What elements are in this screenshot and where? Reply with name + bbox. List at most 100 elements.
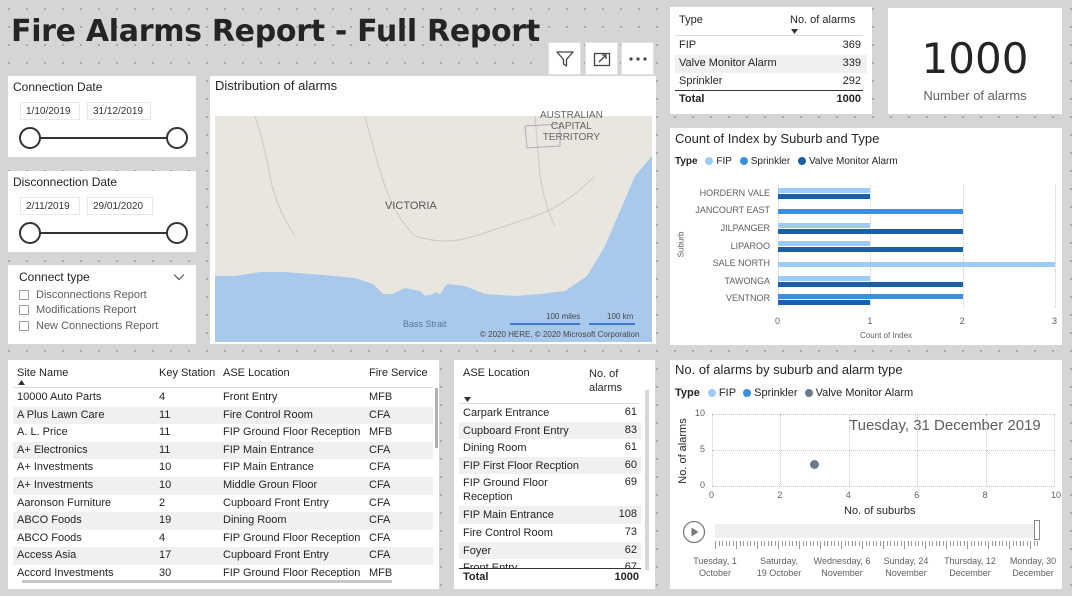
disconnection-end-date-input[interactable]: 29/01/2020	[87, 197, 153, 215]
table-row[interactable]: Foyer 62	[459, 541, 641, 560]
y-tick-label: 5	[699, 444, 705, 454]
connect-type-option-disconnections[interactable]: Disconnections Report	[19, 288, 147, 302]
table-row[interactable]: Fire Control Room 73	[459, 524, 641, 542]
chevron-down-icon[interactable]	[173, 273, 185, 281]
table-cell: 10000 Auto Parts	[17, 391, 102, 403]
sort-descending-icon[interactable]	[464, 397, 471, 402]
bar[interactable]	[778, 299, 871, 305]
bar[interactable]	[778, 229, 963, 235]
focus-mode-button[interactable]	[585, 42, 618, 75]
disconnection-date-end-handle[interactable]	[166, 222, 188, 244]
map-canvas[interactable]	[215, 116, 652, 342]
vertical-scrollbar[interactable]	[645, 390, 649, 570]
timeline-tick	[837, 541, 839, 546]
y-tick-label: HORDERN VALE	[699, 187, 770, 198]
table-row[interactable]: Sprinkler 292	[675, 73, 867, 91]
timeline-tick	[862, 541, 863, 549]
bar[interactable]	[778, 282, 963, 288]
timeline-tick	[932, 541, 933, 546]
table-row[interactable]: Aaronson Furniture 2 Cupboard Front Entry C…	[13, 495, 433, 513]
connect-type-option-modifications[interactable]: Modifications Report	[19, 303, 136, 317]
type-col-header[interactable]: Type	[679, 14, 703, 26]
play-axis-handle[interactable]	[1034, 520, 1040, 540]
bar[interactable]	[778, 261, 1055, 267]
bar[interactable]	[778, 247, 963, 252]
table-row[interactable]: FIP 369	[675, 37, 867, 55]
connection-date-end-handle[interactable]	[166, 127, 188, 149]
disconnection-date-start-handle[interactable]	[19, 222, 41, 244]
table-row[interactable]: A+ Electronics 11 FIP Main Entrance CFA	[13, 441, 433, 460]
bar[interactable]	[778, 223, 871, 229]
gridline	[1055, 185, 1056, 308]
table-row[interactable]: FIP Ground Floor Reception 69	[459, 474, 641, 506]
distribution-map-visual: Distribution of alarms VICTORIA AUSTRALI…	[210, 76, 656, 344]
timeline-tick	[974, 541, 975, 546]
filter-button[interactable]	[548, 42, 581, 75]
connection-end-date-input[interactable]: 31/12/2019	[87, 102, 151, 120]
table-row[interactable]: Dining Room 61	[459, 439, 641, 457]
key-station-col-header[interactable]: Key Station	[159, 367, 215, 379]
table-row[interactable]: Accord Investments 30 FIP Ground Floor Rec…	[13, 565, 433, 577]
table-row[interactable]: Valve Monitor Alarm 339	[675, 55, 867, 73]
table-row[interactable]: A. L. Price 11 FIP Ground Floor Reception M…	[13, 424, 433, 442]
scatter-point[interactable]	[810, 459, 820, 469]
bar[interactable]	[778, 276, 871, 282]
focus-mode-icon	[593, 52, 610, 66]
table-row[interactable]: FIP First Floor Recption 60	[459, 456, 641, 475]
play-icon[interactable]	[682, 520, 706, 544]
bar[interactable]	[778, 208, 963, 214]
table-row[interactable]: Front Entry 67	[459, 559, 641, 568]
connection-start-date-input[interactable]: 1/10/2019	[20, 102, 80, 120]
more-options-button[interactable]	[621, 42, 654, 75]
table-cell: Front Entry	[223, 391, 278, 403]
alarms-col-header[interactable]: No. of alarms	[790, 14, 855, 26]
x-tick-label: 1	[867, 316, 873, 326]
disconnection-start-date-input[interactable]: 2/11/2019	[20, 197, 80, 215]
table-cell: FIP Main Entrance	[223, 461, 314, 474]
bar[interactable]	[778, 293, 963, 299]
alarms-col-header[interactable]: No. of alarms	[589, 367, 639, 395]
table-cell: 11	[159, 408, 171, 421]
table-row[interactable]: 10000 Auto Parts 4 Front Entry MFB	[13, 389, 433, 407]
ase-location-col-header[interactable]: ASE Location	[463, 367, 530, 379]
ase-location-col-header[interactable]: ASE Location	[223, 367, 290, 379]
table-row[interactable]: A Plus Lawn Care 11 Fire Control Room CFA	[13, 406, 433, 425]
bar[interactable]	[778, 188, 871, 194]
bar[interactable]	[778, 194, 871, 200]
disconnection-date-slider-track[interactable]	[30, 232, 178, 234]
site-name-col-header[interactable]: Site Name	[17, 367, 68, 379]
scatter-chart-visual: No. of alarms by suburb and alarm type T…	[670, 360, 1062, 589]
table-cell: 11	[159, 443, 171, 456]
checkbox[interactable]	[19, 290, 29, 300]
checkbox[interactable]	[19, 321, 29, 331]
table-row[interactable]: A+ Investments 10 FIP Main Entrance CFA	[13, 459, 433, 477]
fire-service-col-header[interactable]: Fire Service	[369, 367, 428, 379]
timeline-tick	[946, 541, 947, 549]
bar-chart-plot[interactable]: 0 1 2 3 HORDERN VALE JANCOURT EAST JILPANGER LI…	[670, 128, 1062, 345]
bar[interactable]	[778, 241, 871, 246]
table-row[interactable]: A+ Investments 10 Middle Groun Floor CFA	[13, 477, 433, 495]
table-row[interactable]: ABCO Foods 19 Dining Room CFA	[13, 512, 433, 530]
horizontal-scrollbar[interactable]	[22, 580, 392, 583]
gridline	[712, 450, 1054, 451]
timeline-tick	[855, 541, 856, 546]
play-axis-track[interactable]	[715, 524, 1037, 538]
connect-type-option-new-connections[interactable]: New Connections Report	[19, 319, 158, 333]
kpi-label: Number of alarms	[923, 88, 1027, 103]
option-label: Modifications Report	[36, 304, 137, 316]
connection-date-slider-track[interactable]	[30, 137, 178, 139]
disconnection-date-slicer: Disconnection Date 2/11/2019 29/01/2020	[8, 171, 196, 252]
timeline-tick	[781, 541, 783, 546]
table-row[interactable]: Access Asia 17 Cupboard Front Entry CFA	[13, 547, 433, 565]
timeline-tick	[774, 541, 776, 546]
sort-descending-icon[interactable]	[791, 29, 798, 34]
vertical-scrollbar[interactable]	[435, 388, 438, 448]
table-row[interactable]: Cupboard Front Entry 83	[459, 421, 641, 440]
table-row[interactable]: FIP Main Entrance 108	[459, 506, 641, 524]
checkbox[interactable]	[19, 305, 29, 315]
sort-ascending-icon[interactable]	[18, 380, 25, 385]
connection-date-start-handle[interactable]	[19, 127, 41, 149]
table-row[interactable]: ABCO Foods 4 FIP Ground Floor Reception CFA	[13, 530, 433, 548]
table-row[interactable]: Carpark Entrance 61	[459, 404, 641, 422]
filter-icon	[555, 50, 574, 67]
